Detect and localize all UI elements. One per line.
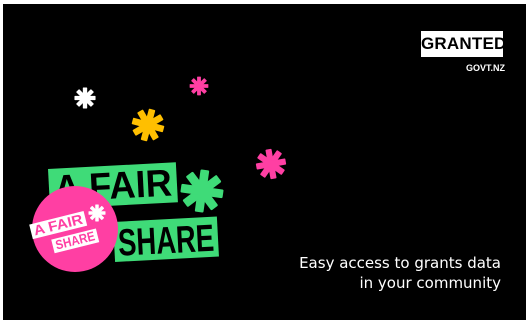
green-asterisk-icon: [177, 166, 227, 216]
headline-line2: SHARE: [117, 218, 215, 265]
granted-logo: GRANTED: [421, 31, 507, 57]
pink-small-asterisk-icon: [189, 76, 209, 96]
hero-banner: A FAIR SHARE A FAIR SHARE GRANTED GOVT.N…: [3, 4, 526, 320]
yellow-asterisk-icon: [128, 105, 168, 145]
tagline-line1: Easy access to grants data: [299, 254, 501, 272]
tagline-line2: in your community: [359, 274, 501, 292]
logo-mark: GRANTED: [421, 34, 507, 53]
pink-large-asterisk-icon: [253, 146, 289, 182]
white-asterisk-icon: [74, 87, 96, 109]
campaign-badge: A FAIR SHARE: [29, 186, 118, 272]
tagline: Easy access to grants data in your commu…: [243, 253, 501, 293]
headline-block-bottom: SHARE: [113, 216, 219, 265]
logo-subtitle: GOVT.NZ: [465, 63, 505, 73]
